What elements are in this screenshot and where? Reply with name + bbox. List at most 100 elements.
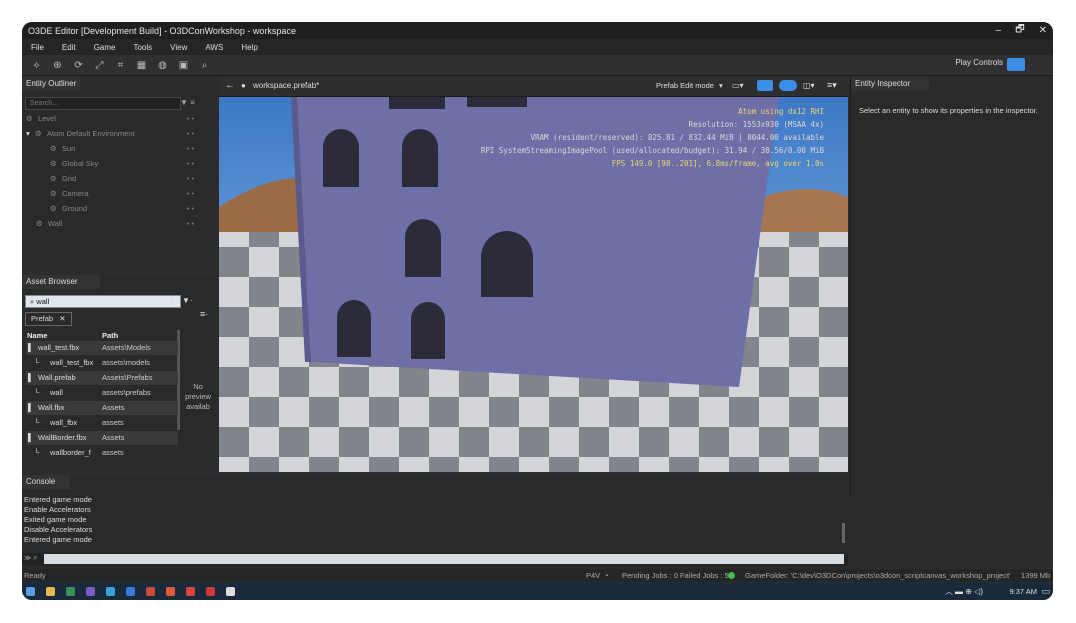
taskbar-app-icon[interactable]	[186, 587, 195, 596]
menu-icon[interactable]: ≡·	[200, 309, 208, 319]
visibility-icon[interactable]: • •	[187, 157, 194, 171]
overlay-line: Atom using dx12 RHI	[738, 107, 824, 116]
grid-tool-icon[interactable]: ▦	[135, 59, 148, 72]
clock[interactable]: 9:37 AM	[1009, 587, 1037, 596]
visibility-icon[interactable]: • •	[187, 202, 194, 216]
notification-icon[interactable]: ▭	[1041, 586, 1050, 597]
camera-tool-icon[interactable]: ▣	[177, 59, 190, 72]
minimize-button[interactable]: –	[996, 25, 1002, 36]
visibility-icon[interactable]: • •	[187, 187, 194, 201]
asset-row[interactable]: ▌ Wall.fbx Assets	[26, 401, 178, 415]
helpers-toggle-icon[interactable]	[757, 80, 773, 91]
outliner-item-grid[interactable]: ⚙ Grid • •	[22, 172, 216, 186]
taskbar-app-icon[interactable]	[166, 587, 175, 596]
menu-help[interactable]: Help	[232, 43, 266, 52]
viewport-tab-title[interactable]: workspace.prefab*	[253, 81, 319, 90]
menu-aws[interactable]: AWS	[196, 43, 232, 52]
menu-view[interactable]: View	[161, 43, 196, 52]
outliner-item-environment[interactable]: ▾ ⚙ Atom Default Environment • •	[22, 127, 216, 141]
terrain-tool-icon[interactable]: ◍	[156, 59, 169, 72]
outliner-item-camera[interactable]: ⚙ Camera • •	[22, 187, 216, 201]
child-asset-icon: └	[34, 448, 40, 457]
tab-console[interactable]: Console	[22, 475, 70, 489]
filter-chip-label: Prefab	[31, 314, 54, 323]
filter-icon[interactable]: ▼·	[182, 296, 193, 305]
taskbar-app-icon[interactable]	[226, 587, 235, 596]
outliner-item-level[interactable]: ⚙ Level • •	[22, 112, 216, 126]
start-icon[interactable]	[26, 587, 35, 596]
filter-icon[interactable]: ▼ ≡	[180, 98, 195, 107]
console-scrollbar[interactable]	[842, 523, 845, 543]
snap-tool-icon[interactable]: ⌗	[114, 59, 127, 72]
asset-name: Wall.fbx	[38, 403, 65, 412]
display-options-icon[interactable]: ◫▾	[803, 81, 815, 90]
camera-options-icon[interactable]: ▭▾	[732, 81, 744, 90]
file-icon: ▌	[28, 343, 34, 352]
tray-icons[interactable]: ︿ ▬ ⊕ ◁)	[945, 586, 983, 597]
asset-path: assets\models	[102, 358, 150, 367]
tab-entity-outliner[interactable]: Entity Outliner	[22, 77, 81, 91]
back-arrow-icon[interactable]: ←	[225, 80, 235, 91]
asset-row[interactable]: └ wall_fbx assets	[26, 416, 178, 430]
asset-row[interactable]: ▌ WallBorder.fbx Assets	[26, 431, 178, 445]
scale-tool-icon[interactable]: ⤢	[93, 59, 106, 72]
menu-edit[interactable]: Edit	[53, 43, 85, 52]
outliner-item-sun[interactable]: ⚙ Sun • •	[22, 142, 216, 156]
clear-search-icon[interactable]: ✕	[168, 295, 176, 306]
asset-row[interactable]: └ wall assets\prefabs	[26, 386, 178, 400]
taskbar-app-icon[interactable]	[66, 587, 75, 596]
asset-name: wall_fbx	[50, 418, 78, 427]
taskbar-app-icon[interactable]	[126, 587, 135, 596]
menu-game[interactable]: Game	[85, 43, 125, 52]
console-command-bar: ≫ ⌕	[22, 553, 848, 565]
taskbar-app-icon[interactable]	[106, 587, 115, 596]
close-button[interactable]: ✕	[1039, 25, 1047, 36]
expand-icon[interactable]: ▾	[26, 127, 30, 141]
asset-path: assets	[102, 418, 124, 427]
asset-name: Wall.prefab	[38, 373, 76, 382]
outliner-item-global-sky[interactable]: ⚙ Global Sky • •	[22, 157, 216, 171]
asset-name: wallborder_f	[50, 448, 91, 457]
visibility-icon[interactable]: • •	[187, 142, 194, 156]
filter-chip[interactable]: Prefab ✕	[25, 312, 72, 326]
taskbar-app-icon[interactable]	[146, 587, 155, 596]
3d-viewport[interactable]: Atom using dx12 RHI Resolution: 1553x930 …	[219, 97, 848, 472]
asset-row[interactable]: ▌ Wall.prefab Assets\Prefabs	[26, 371, 178, 385]
column-path[interactable]: Path	[102, 331, 118, 340]
tab-entity-inspector[interactable]: Entity Inspector	[851, 77, 929, 91]
asset-name: wall	[50, 388, 63, 397]
search-tool-icon[interactable]: ⌕	[198, 59, 211, 72]
outliner-item-ground[interactable]: ⚙ Ground • •	[22, 202, 216, 216]
restore-button[interactable]: 🗗	[1015, 22, 1024, 39]
command-input[interactable]	[44, 554, 844, 564]
menu-file[interactable]: File	[22, 43, 53, 52]
visibility-icon[interactable]: • •	[187, 127, 194, 141]
prefab-mode-dropdown[interactable]: Prefab Edit mode	[656, 81, 714, 90]
taskbar-app-icon[interactable]	[86, 587, 95, 596]
taskbar-app-icon[interactable]	[206, 587, 215, 596]
asset-row[interactable]: └ wallborder_f assets	[26, 446, 178, 460]
move-tool-icon[interactable]: ⊕	[51, 59, 64, 72]
viewport-menu-icon[interactable]: ≡▾	[827, 80, 837, 91]
asset-search-input[interactable]: ⌕ wall	[25, 295, 181, 308]
taskbar-app-icon[interactable]	[46, 587, 55, 596]
outliner-search-input[interactable]: Search...	[25, 97, 181, 110]
menu-tools[interactable]: Tools	[124, 43, 161, 52]
rotate-tool-icon[interactable]: ⟳	[72, 59, 85, 72]
outliner-item-label: Ground	[62, 204, 88, 213]
column-name[interactable]: Name	[27, 331, 47, 340]
asset-path: Assets\Prefabs	[102, 373, 153, 382]
asset-row[interactable]: ▌ wall_test.fbx Assets\Models	[26, 341, 178, 355]
asset-row[interactable]: └ wall_test_fbx assets\models	[26, 356, 178, 370]
window-title: O3DE Editor [Development Build] - O3DCon…	[28, 25, 296, 36]
remove-filter-icon[interactable]: ✕	[59, 314, 65, 323]
play-button[interactable]	[1007, 58, 1025, 71]
outliner-item-wall[interactable]: ⚙ Wall • •	[22, 217, 216, 231]
select-tool-icon[interactable]: ⟡	[30, 59, 43, 72]
mode-chevron-icon[interactable]: ▾	[719, 81, 723, 90]
tab-asset-browser[interactable]: Asset Browser	[22, 275, 100, 289]
visibility-icon[interactable]: • •	[187, 217, 194, 231]
visibility-icon[interactable]: • •	[187, 112, 194, 126]
visibility-icon[interactable]: • •	[187, 172, 194, 186]
visibility-toggle-icon[interactable]	[779, 80, 797, 91]
